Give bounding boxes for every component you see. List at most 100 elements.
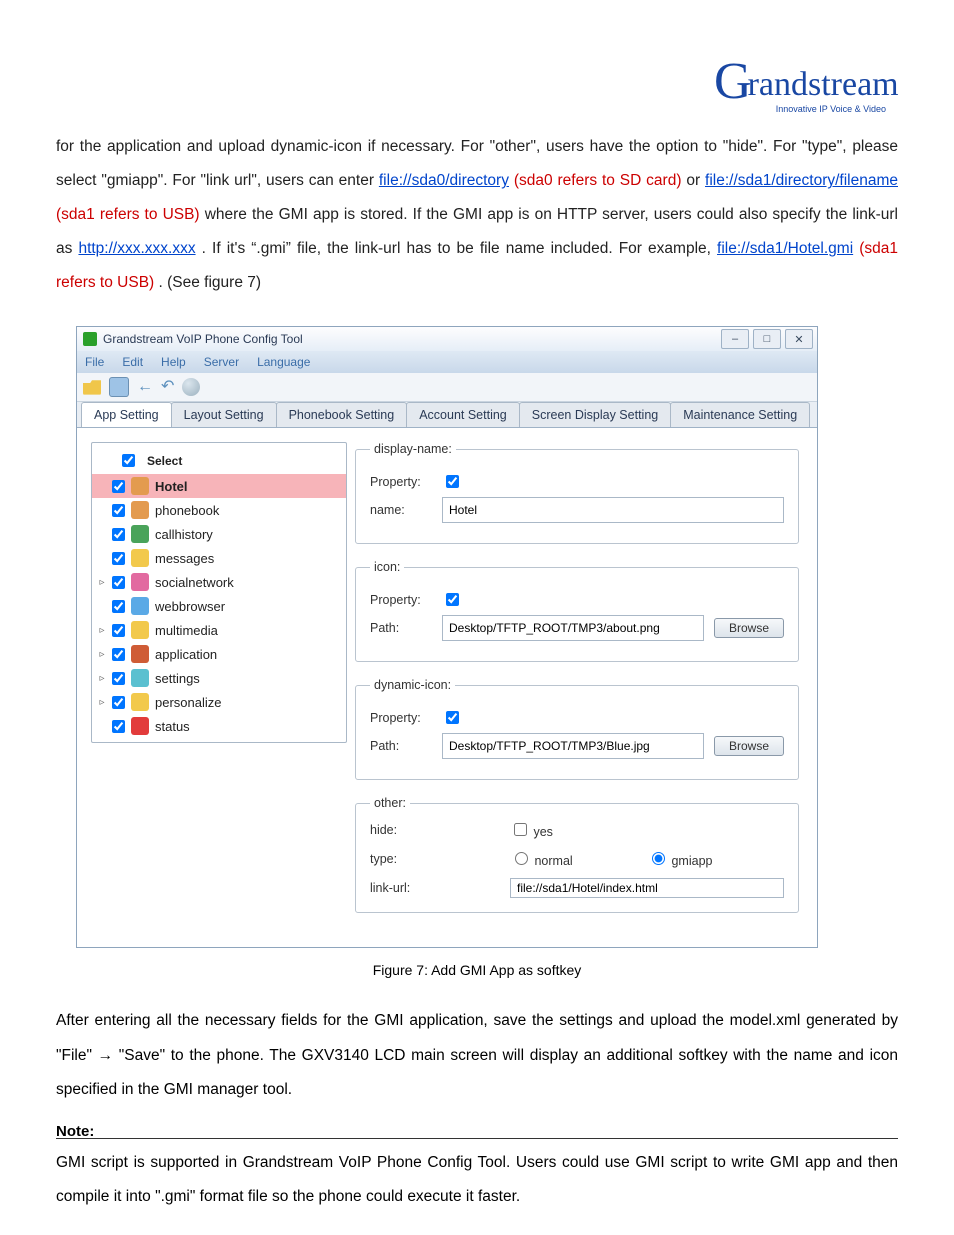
tree-checkbox[interactable] (112, 648, 125, 661)
globe-icon[interactable] (182, 378, 200, 396)
brand-logo: G randstream Innovative IP Voice & Video (714, 56, 886, 118)
open-icon[interactable] (83, 378, 101, 396)
expand-icon[interactable]: ▹ (98, 625, 106, 636)
dyn-icon-property-checkbox[interactable] (446, 711, 459, 724)
tab-account-setting[interactable]: Account Setting (406, 402, 520, 427)
link-sda0[interactable]: file://sda0/directory (379, 172, 509, 189)
tree-item-Hotel[interactable]: Hotel (92, 474, 346, 498)
tree-checkbox[interactable] (112, 480, 125, 493)
back-icon[interactable]: ← (137, 379, 153, 395)
tree-checkbox[interactable] (112, 552, 125, 565)
expand-icon[interactable]: ▹ (98, 673, 106, 684)
type-gmiapp-radio[interactable] (652, 852, 665, 865)
tree-item-webbrowser[interactable]: webbrowser (92, 594, 346, 618)
icon-browse-button[interactable]: Browse (714, 618, 784, 638)
toolbar: ← ↶ (77, 373, 817, 402)
expand-icon[interactable]: ▹ (98, 697, 106, 708)
minimize-button[interactable]: – (721, 329, 749, 349)
tree-item-settings[interactable]: ▹settings (92, 666, 346, 690)
group-dynamic-icon: dynamic-icon: Property: Path:Browse (355, 678, 799, 780)
tabstrip: App Setting Layout Setting Phonebook Set… (77, 402, 817, 428)
tree-item-application[interactable]: ▹ application (92, 642, 346, 666)
tree-checkbox[interactable] (112, 600, 125, 613)
dyn-icon-browse-button[interactable]: Browse (714, 736, 784, 756)
close-button[interactable]: ✕ (785, 329, 813, 349)
tree-item-multimedia[interactable]: ▹ multimedia (92, 618, 346, 642)
link-url-input[interactable] (510, 878, 784, 898)
tree-node-label: phonebook (155, 503, 219, 518)
tree-node-label: Hotel (155, 479, 188, 494)
form-panel: display-name: Property: name: icon: Prop… (347, 428, 817, 947)
link-gmi-file[interactable]: file://sda1/Hotel.gmi (717, 240, 853, 257)
tree-node-icon (131, 525, 149, 543)
tree-node-label: multimedia (155, 623, 218, 638)
tree-checkbox[interactable] (112, 576, 125, 589)
tree-node-icon (131, 549, 149, 567)
tree-panel: Select Hotel phonebook callhistory messages… (77, 428, 347, 947)
paragraph-main: for the application and upload dynamic-i… (56, 130, 898, 300)
window-title: Grandstream VoIP Phone Config Tool (103, 332, 303, 346)
menu-file[interactable]: File (85, 355, 104, 369)
icon-property-checkbox[interactable] (446, 593, 459, 606)
icon-path-input[interactable] (442, 615, 704, 641)
app-icon (83, 332, 97, 346)
logo-rest: randstream (748, 68, 899, 102)
titlebar: Grandstream VoIP Phone Config Tool – □ ✕ (77, 327, 817, 351)
tree-checkbox[interactable] (112, 672, 125, 685)
note-body: GMI script is supported in Grandstream V… (56, 1146, 898, 1214)
tree-node-label: status (155, 719, 190, 734)
tree-node-label: messages (155, 551, 214, 566)
select-all-checkbox[interactable] (122, 454, 135, 467)
footer-divider (56, 1138, 898, 1139)
menu-language[interactable]: Language (257, 355, 310, 369)
tree-item-personalize[interactable]: ▹ personalize (92, 690, 346, 714)
app-window: Grandstream VoIP Phone Config Tool – □ ✕… (76, 326, 818, 948)
tree-node-label: personalize (155, 695, 222, 710)
tree-checkbox[interactable] (112, 528, 125, 541)
tree-node-icon (131, 477, 149, 495)
figure-caption: Figure 7: Add GMI App as softkey (56, 962, 898, 978)
tree-item-callhistory[interactable]: callhistory (92, 522, 346, 546)
link-http[interactable]: http://xxx.xxx.xxx (78, 240, 195, 257)
tree-checkbox[interactable] (112, 696, 125, 709)
undo-icon[interactable]: ↶ (161, 379, 174, 395)
tree-node-icon (131, 501, 149, 519)
tree-node-icon (131, 717, 149, 735)
tab-app-setting[interactable]: App Setting (81, 402, 172, 427)
display-name-input[interactable] (442, 497, 784, 523)
tree-item-messages[interactable]: messages (92, 546, 346, 570)
group-icon: icon: Property: Path:Browse (355, 560, 799, 662)
hide-checkbox[interactable] (514, 823, 527, 836)
tab-screen-display-setting[interactable]: Screen Display Setting (519, 402, 671, 427)
save-icon[interactable] (109, 377, 129, 397)
tree-node-icon (131, 621, 149, 639)
tree-node-icon (131, 693, 149, 711)
tree-node-label: socialnetwork (155, 575, 234, 590)
tree-header: Select (92, 447, 346, 474)
link-sda1[interactable]: file://sda1/directory/filename (705, 172, 898, 189)
tab-layout-setting[interactable]: Layout Setting (171, 402, 277, 427)
tree-checkbox[interactable] (112, 504, 125, 517)
expand-icon[interactable]: ▹ (98, 649, 106, 660)
group-display-name: display-name: Property: name: (355, 442, 799, 544)
tree-checkbox[interactable] (112, 624, 125, 637)
display-name-property-checkbox[interactable] (446, 475, 459, 488)
tree-item-phonebook[interactable]: phonebook (92, 498, 346, 522)
tree-node-label: callhistory (155, 527, 213, 542)
tree-item-socialnetwork[interactable]: ▹ socialnetwork (92, 570, 346, 594)
menu-help[interactable]: Help (161, 355, 186, 369)
type-normal-radio[interactable] (515, 852, 528, 865)
logo-letter: G (714, 56, 752, 108)
expand-icon[interactable]: ▹ (98, 577, 106, 588)
tree-node-icon (131, 597, 149, 615)
tree-node-icon (131, 669, 149, 687)
maximize-button[interactable]: □ (753, 329, 781, 349)
tab-maintenance-setting[interactable]: Maintenance Setting (670, 402, 810, 427)
tab-phonebook-setting[interactable]: Phonebook Setting (276, 402, 408, 427)
menu-server[interactable]: Server (204, 355, 239, 369)
tree-item-status[interactable]: status (92, 714, 346, 738)
tree-checkbox[interactable] (112, 720, 125, 733)
menu-edit[interactable]: Edit (122, 355, 143, 369)
dyn-icon-path-input[interactable] (442, 733, 704, 759)
tree-node-label: application (155, 647, 217, 662)
